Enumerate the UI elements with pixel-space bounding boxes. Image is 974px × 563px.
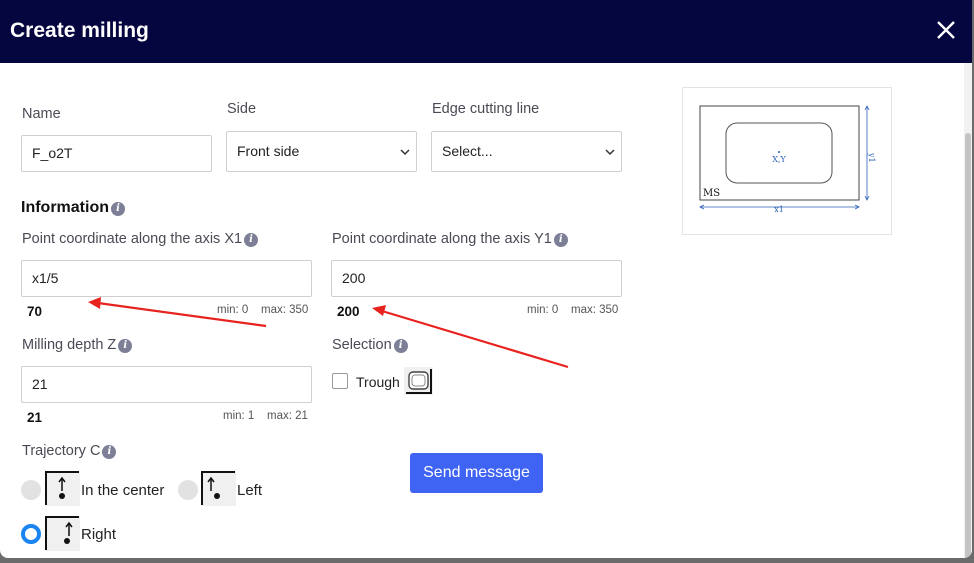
dialog-scrollbar[interactable] bbox=[964, 63, 972, 558]
y1-max: max: 350 bbox=[571, 304, 619, 316]
annotation-arrowhead-x1 bbox=[88, 297, 101, 309]
edge-select[interactable]: Select... bbox=[431, 131, 622, 172]
chevron-down-icon bbox=[400, 149, 410, 156]
dialog-title: Create milling bbox=[10, 19, 149, 42]
x1-label: Point coordinate along the axis X1 i bbox=[22, 231, 259, 247]
info-icon[interactable]: i bbox=[111, 202, 125, 216]
selection-label: Selection i bbox=[332, 337, 408, 353]
info-icon[interactable]: i bbox=[118, 339, 133, 353]
side-label: Side bbox=[227, 101, 257, 117]
name-label: Name bbox=[22, 106, 61, 122]
info-icon[interactable]: i bbox=[244, 233, 259, 247]
info-icon[interactable]: i bbox=[553, 233, 568, 247]
side-select[interactable]: Front side bbox=[226, 131, 417, 172]
x1-label-text: Point coordinate along the axis X1 bbox=[22, 231, 243, 247]
trough-icon bbox=[404, 367, 433, 395]
x1-input[interactable]: x1/5 bbox=[21, 260, 312, 297]
close-icon[interactable] bbox=[934, 18, 958, 42]
information-title: Information bbox=[21, 199, 109, 216]
xy-label: X,Y bbox=[772, 155, 786, 164]
name-input[interactable]: F_o2T bbox=[21, 135, 212, 172]
depth-label: Milling depth Zi bbox=[22, 337, 133, 353]
trajectory-label-text: Trajectory C bbox=[22, 443, 101, 459]
milling-preview: X,Y MS x1 y1 bbox=[682, 87, 892, 235]
depth-input[interactable]: 21 bbox=[21, 366, 312, 403]
x1-computed-value: 70 bbox=[27, 304, 43, 319]
milling-preview-diagram: X,Y MS x1 y1 bbox=[699, 105, 876, 214]
annotation-arrow-y1 bbox=[381, 309, 569, 369]
trajectory-label: Trajectory Ci bbox=[22, 443, 117, 459]
scrollbar-thumb[interactable] bbox=[965, 133, 971, 558]
selection-label-text: Selection bbox=[332, 337, 392, 353]
trajectory-center-label: In the center bbox=[81, 482, 165, 499]
trajectory-left-radio[interactable] bbox=[178, 480, 198, 500]
depth-label-text: Milling depth Z bbox=[22, 337, 117, 353]
edge-select-value: Select... bbox=[442, 143, 493, 159]
depth-computed-value: 21 bbox=[27, 410, 43, 425]
send-message-button[interactable]: Send message bbox=[410, 453, 543, 493]
trajectory-left-icon bbox=[201, 471, 236, 506]
y1-input[interactable]: 200 bbox=[331, 260, 622, 297]
info-icon[interactable]: i bbox=[102, 445, 117, 459]
chevron-down-icon bbox=[605, 149, 615, 156]
x1-min: min: 0 bbox=[217, 304, 249, 316]
y1-computed-value: 200 bbox=[337, 304, 360, 319]
edge-label: Edge cutting line bbox=[432, 101, 540, 117]
y1-min: min: 0 bbox=[527, 304, 559, 316]
create-milling-dialog: Create milling Name F_o2T Side Front sid… bbox=[0, 0, 972, 558]
y1-label: Point coordinate along the axis Y1 i bbox=[332, 231, 568, 247]
y1-dimension-label: y1 bbox=[867, 152, 876, 163]
depth-max: max: 21 bbox=[267, 410, 308, 422]
trajectory-center-icon bbox=[45, 471, 80, 506]
annotation-arrowhead-y1 bbox=[372, 305, 386, 316]
x1-max: max: 350 bbox=[261, 304, 309, 316]
trough-label: Trough bbox=[356, 374, 400, 390]
side-select-value: Front side bbox=[237, 143, 300, 159]
dialog-header: Create milling bbox=[0, 0, 972, 63]
trajectory-center-radio[interactable] bbox=[21, 480, 41, 500]
trajectory-right-label: Right bbox=[81, 526, 117, 543]
trough-checkbox[interactable] bbox=[332, 373, 348, 389]
y1-label-text: Point coordinate along the axis Y1 bbox=[332, 231, 552, 247]
trajectory-right-icon bbox=[45, 516, 80, 551]
trajectory-left-label: Left bbox=[237, 482, 263, 499]
ms-label: MS bbox=[703, 188, 720, 199]
depth-min: min: 1 bbox=[223, 410, 255, 422]
x1-dimension-label: x1 bbox=[774, 205, 784, 214]
information-heading: Information i bbox=[21, 199, 125, 217]
trajectory-right-radio[interactable] bbox=[21, 524, 41, 544]
info-icon[interactable]: i bbox=[393, 339, 408, 353]
